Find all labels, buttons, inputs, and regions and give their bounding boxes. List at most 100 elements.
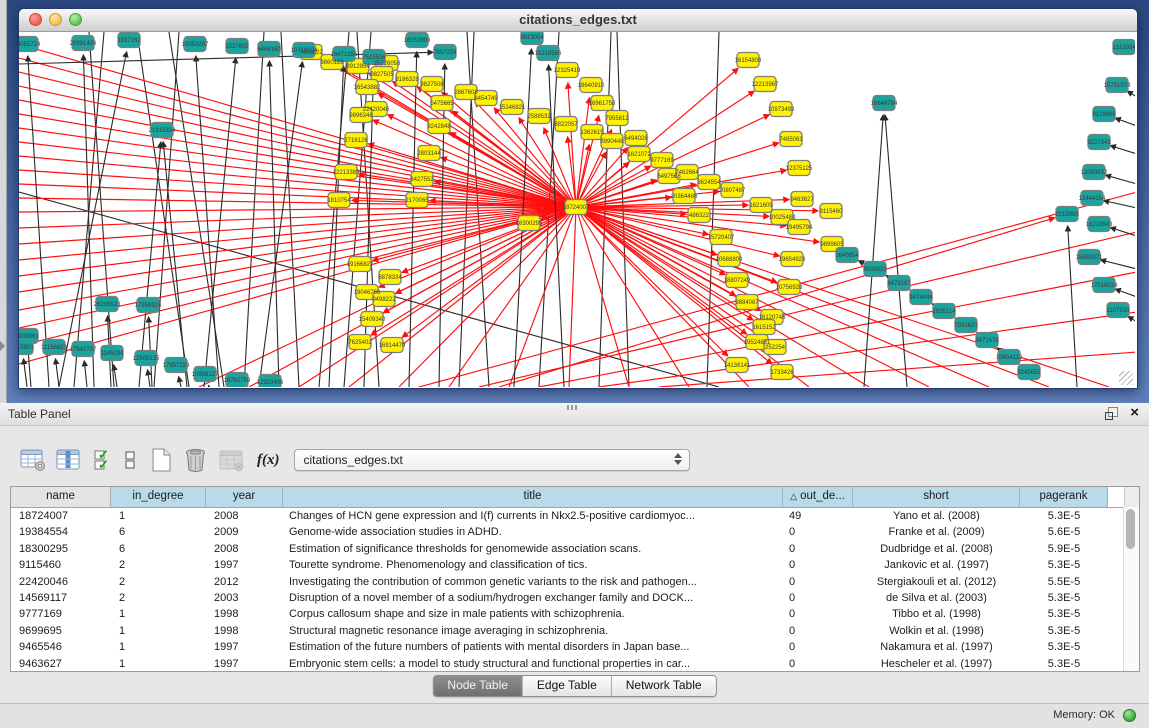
split-pane-handle[interactable] — [567, 405, 579, 410]
table-cell: 0 — [783, 524, 853, 540]
table-cell: 2 — [111, 557, 206, 573]
graph-node-label: 3624554 — [697, 180, 721, 186]
table-cell: 0 — [783, 574, 853, 590]
graph-node-label: 15720407 — [708, 235, 735, 241]
table-row[interactable]: 969969511998Structural magnetic resonanc… — [11, 623, 1139, 639]
column-header-short[interactable]: short — [853, 487, 1020, 507]
graph-node-label: 8878334 — [378, 275, 402, 281]
close-panel-icon[interactable]: × — [1130, 406, 1139, 420]
graph-node-label: 10719124 — [291, 48, 318, 54]
graph-node-label: 7485063 — [779, 137, 803, 143]
table-cell: Yano et al. (2008) — [853, 508, 1020, 524]
graph-node-label: 1621072 — [627, 152, 651, 158]
column-header-year[interactable]: year — [206, 487, 283, 507]
column-header-out-de-[interactable]: △out_de... — [783, 487, 853, 507]
table-cell: 18300295 — [11, 541, 111, 557]
panel-collapse-handle[interactable] — [0, 341, 5, 351]
graph-node-label: 8454749 — [474, 96, 498, 102]
graph-node-label: 1937162 — [117, 38, 141, 44]
table-scrollbar[interactable] — [1123, 507, 1139, 671]
tab-edge-table[interactable]: Edge Table — [523, 676, 612, 696]
table-cell: 5.3E-5 — [1020, 639, 1108, 655]
graph-node-label: 6494028 — [624, 136, 648, 142]
network-window-titlebar[interactable]: citations_edges.txt — [19, 9, 1137, 32]
graph-node-label: 8471676 — [975, 338, 999, 344]
table-cell: 1 — [111, 606, 206, 622]
graph-node-label: 1640954 — [835, 253, 859, 259]
header-filler — [1108, 487, 1124, 507]
table-cell: Jankovic et al. (1997) — [853, 557, 1020, 573]
table-cell: 9115460 — [11, 557, 111, 573]
new-document-icon[interactable] — [149, 447, 173, 473]
row-view-icon[interactable] — [123, 448, 137, 472]
table-row[interactable]: 1456911722003Disruption of a novel membe… — [11, 590, 1139, 606]
table-cell: Dudbridge et al. (2008) — [853, 541, 1020, 557]
graph-node-label: 8912954 — [346, 64, 370, 70]
table-scrollbar-thumb[interactable] — [1126, 509, 1135, 549]
table-row[interactable]: 2242004622012Investigating the contribut… — [11, 574, 1139, 590]
graph-node-label: 10025488 — [769, 215, 796, 221]
table-cell: 5.3E-5 — [1020, 508, 1108, 524]
table-row[interactable]: 1872400712008Changes of HCN gene express… — [11, 508, 1139, 524]
table-type-tabs: Node TableEdge TableNetwork Table — [432, 675, 716, 697]
graph-node-label: 16671355 — [331, 52, 358, 58]
delete-table-icon[interactable] — [219, 448, 245, 472]
table-cell: Investigating the contribution of common… — [283, 574, 783, 590]
tab-node-table[interactable]: Node Table — [433, 676, 523, 696]
table-header-row: namein_degreeyeartitle△out_de...shortpag… — [11, 487, 1139, 508]
table-row[interactable]: 977716911998Corpus callosum shape and si… — [11, 606, 1139, 622]
header-scroll-corner — [1124, 487, 1139, 507]
cytoscape-desktop: citations_edges.txt 18724007746382298601… — [0, 0, 1149, 403]
table-row[interactable]: 911546021997Tourette syndrome. Phenomeno… — [11, 557, 1139, 573]
graph-node-label: 7955812 — [605, 116, 629, 122]
graph-node-label: 8990448 — [600, 139, 624, 145]
network-view-window[interactable]: citations_edges.txt 18724007746382298601… — [18, 8, 1138, 389]
table-row[interactable]: 1938455462009Genome-wide association stu… — [11, 524, 1139, 540]
graph-node-label: 20364486 — [671, 194, 698, 200]
table-cell: 2 — [111, 574, 206, 590]
table-panel-titlebar[interactable]: Table Panel × — [0, 403, 1149, 426]
column-header-title[interactable]: title — [283, 487, 783, 507]
graph-node-label: 8427552 — [410, 177, 434, 183]
graph-node-label: 9884067 — [735, 300, 759, 306]
dropdown-arrows-icon — [674, 453, 682, 465]
delete-trash-icon[interactable] — [183, 447, 208, 473]
graph-node-label: 1145194 — [101, 351, 125, 357]
table-cell: Corpus callosum shape and size in male p… — [283, 606, 783, 622]
table-cell: 5.5E-5 — [1020, 574, 1108, 590]
graph-node-label: 12213389 — [333, 170, 360, 176]
column-visibility-icon[interactable] — [56, 448, 82, 472]
table-row[interactable]: 946554611997Estimation of the future num… — [11, 639, 1139, 655]
graph-node-label: 1107533 — [1107, 308, 1131, 314]
graph-node-label: 15751074 — [1104, 83, 1131, 89]
graph-node-label: 8186328 — [395, 77, 419, 83]
network-canvas[interactable]: 1872400774638229860128891295425226058982… — [19, 32, 1135, 387]
graph-node-label: 17016534 — [1091, 283, 1118, 289]
table-settings-icon[interactable] — [20, 448, 47, 472]
function-builder-icon[interactable]: f(x) — [257, 452, 280, 469]
column-header-pagerank[interactable]: pagerank — [1020, 487, 1108, 507]
graph-node-label: 2718126 — [344, 138, 368, 144]
table-selector-dropdown[interactable]: citations_edges.txt — [294, 449, 690, 471]
graph-node-label: 7932621 — [954, 323, 978, 329]
table-cell: 18724007 — [11, 508, 111, 524]
window-resize-grip[interactable] — [1119, 371, 1133, 385]
table-cell: 1 — [111, 639, 206, 655]
graph-node-label: 25226058 — [374, 61, 401, 67]
float-panel-icon[interactable] — [1105, 407, 1118, 420]
table-cell: 0 — [783, 557, 853, 573]
column-header-name[interactable]: name — [11, 487, 111, 507]
graph-node-label: 26206523 — [94, 302, 121, 308]
graph-node-label: 12325419 — [554, 68, 581, 74]
sort-ascending-icon: △ — [790, 491, 797, 501]
table-row[interactable]: 946362711997Embryonic stem cells: a mode… — [11, 656, 1139, 672]
table-cell: 1998 — [206, 623, 283, 639]
table-cell: 6 — [111, 524, 206, 540]
tab-network-table[interactable]: Network Table — [612, 676, 716, 696]
table-cell: Disruption of a novel member of a sodium… — [283, 590, 783, 606]
column-header-in-degree[interactable]: in_degree — [111, 487, 206, 507]
graph-node-label: 10973493 — [768, 107, 795, 113]
table-cell: Genome-wide association studies in ADHD. — [283, 524, 783, 540]
table-row[interactable]: 1830029562008Estimation of significance … — [11, 541, 1139, 557]
select-columns-icon[interactable]: ✓✓ — [93, 448, 115, 472]
